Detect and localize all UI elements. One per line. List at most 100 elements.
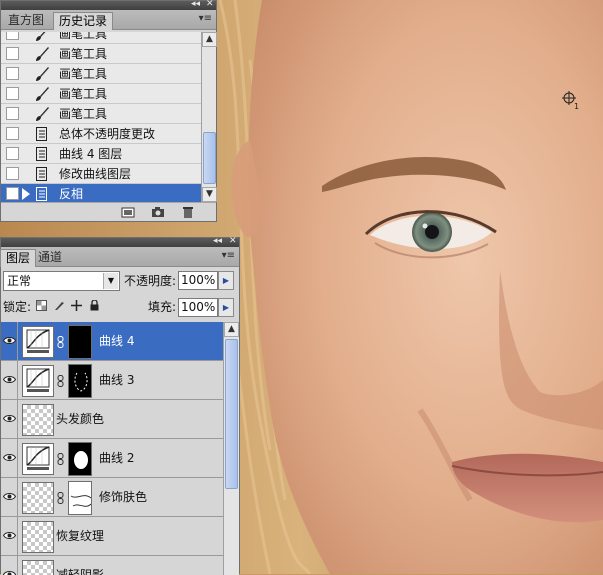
eye-icon[interactable] [3, 414, 16, 423]
panel-menu-icon[interactable]: ▾≡ [199, 13, 212, 24]
fill-input[interactable]: 100% [178, 298, 218, 317]
collapse-icon[interactable]: ◂◂ [191, 0, 200, 10]
layer-name: 曲线 4 [99, 332, 134, 350]
history-item[interactable]: 画笔工具 [1, 32, 201, 44]
history-source-checkbox[interactable] [6, 87, 19, 100]
history-source-checkbox[interactable] [6, 167, 19, 180]
lock-position-icon[interactable] [71, 300, 82, 311]
link-icon[interactable] [56, 336, 65, 348]
collapse-icon[interactable]: ◂◂ [213, 236, 222, 247]
history-source-checkbox[interactable] [6, 147, 19, 160]
lock-pixels-icon[interactable] [54, 300, 65, 311]
history-list: 画笔工具画笔工具画笔工具画笔工具画笔工具总体不透明度更改曲线 4 图层修改曲线图… [1, 32, 201, 202]
layer-mask-thumbnail[interactable] [68, 481, 92, 515]
layer-thumbnail [22, 482, 54, 514]
layers-scrollbar[interactable]: ▲ [223, 322, 239, 575]
tab-histogram[interactable]: 直方图 [3, 12, 49, 30]
eye-icon[interactable] [3, 531, 16, 540]
scroll-down-button[interactable]: ▼ [202, 187, 217, 202]
history-source-checkbox[interactable] [6, 187, 19, 200]
visibility-toggle[interactable] [1, 361, 18, 399]
lock-transparency-icon[interactable] [36, 300, 47, 311]
link-icon[interactable] [56, 453, 65, 465]
layer-row[interactable]: 减轻阴影 [1, 556, 223, 575]
visibility-toggle[interactable] [1, 439, 18, 477]
visibility-toggle[interactable] [1, 517, 18, 555]
scroll-thumb[interactable] [203, 132, 216, 184]
history-item-label: 总体不透明度更改 [59, 124, 155, 144]
curves-graph-icon [23, 444, 53, 474]
history-footer [1, 202, 216, 221]
fill-slider-button[interactable]: ▶ [218, 298, 234, 317]
close-panel-icon[interactable]: ✕ [206, 0, 214, 10]
history-state-marker-icon [22, 188, 30, 200]
visibility-toggle[interactable] [1, 322, 18, 360]
visibility-toggle[interactable] [1, 556, 18, 575]
eye-icon[interactable] [3, 570, 16, 575]
visibility-toggle[interactable] [1, 400, 18, 438]
layer-row[interactable]: 曲线 2 [1, 439, 223, 478]
eye-icon[interactable] [3, 453, 16, 462]
lock-all-icon[interactable] [89, 300, 100, 311]
scroll-thumb[interactable] [225, 339, 238, 489]
curves-graph-icon [23, 327, 53, 357]
history-tabs: 直方图 历史记录 ▾≡ [1, 10, 216, 30]
blend-mode-select[interactable]: 正常 ▼ [3, 271, 120, 291]
history-item[interactable]: 画笔工具 [1, 84, 201, 104]
opacity-slider-button[interactable]: ▶ [218, 271, 234, 290]
history-source-checkbox[interactable] [6, 107, 19, 120]
layer-row[interactable]: 修饰肤色 [1, 478, 223, 517]
history-item[interactable]: 修改曲线图层 [1, 164, 201, 184]
panel-menu-icon[interactable]: ▾≡ [222, 250, 235, 261]
layer-row[interactable]: 头发颜色 [1, 400, 223, 439]
layer-mask-thumbnail[interactable] [68, 325, 92, 359]
layer-name: 恢复纹理 [56, 527, 104, 545]
curves-adjustment-icon [22, 365, 54, 397]
visibility-toggle[interactable] [1, 478, 18, 516]
layer-thumbnail [22, 404, 54, 436]
history-item[interactable]: 曲线 4 图层 [1, 144, 201, 164]
layer-name: 头发颜色 [56, 410, 104, 428]
history-scrollbar[interactable]: ▲ ▼ [201, 32, 216, 202]
brush-icon [34, 32, 50, 42]
history-item-label: 反相 [59, 184, 83, 202]
layer-row[interactable]: 曲线 3 [1, 361, 223, 400]
layer-row[interactable]: 曲线 4 [1, 322, 223, 361]
history-step-icon [34, 166, 50, 182]
brush-icon [34, 86, 50, 102]
history-source-checkbox[interactable] [6, 127, 19, 140]
link-icon[interactable] [56, 375, 65, 387]
close-panel-icon[interactable]: ✕ [229, 236, 237, 247]
new-snapshot-icon[interactable] [151, 207, 165, 218]
eye-icon[interactable] [3, 336, 16, 345]
tab-layers[interactable]: 图层 [0, 249, 36, 267]
tab-history[interactable]: 历史记录 [53, 12, 113, 30]
new-document-from-state-icon[interactable] [121, 207, 135, 218]
scroll-up-button[interactable]: ▲ [202, 32, 217, 47]
history-item[interactable]: 画笔工具 [1, 64, 201, 84]
trash-icon[interactable] [181, 207, 195, 218]
eye-icon[interactable] [3, 375, 16, 384]
history-item-label: 画笔工具 [59, 64, 107, 84]
opacity-input[interactable]: 100% [178, 271, 218, 290]
history-item[interactable]: 总体不透明度更改 [1, 124, 201, 144]
layer-row[interactable]: 恢复纹理 [1, 517, 223, 556]
curves-adjustment-icon [22, 443, 54, 475]
blend-mode-value: 正常 [7, 274, 31, 288]
layer-name: 曲线 3 [99, 371, 134, 389]
history-item[interactable]: 画笔工具 [1, 104, 201, 124]
history-source-checkbox[interactable] [6, 47, 19, 60]
history-step-icon [34, 126, 50, 142]
layer-mask-thumbnail[interactable] [68, 442, 92, 476]
brush-icon [34, 106, 50, 122]
history-item[interactable]: 画笔工具 [1, 44, 201, 64]
tab-channels[interactable]: 通道 [33, 249, 67, 267]
eye-icon[interactable] [3, 492, 16, 501]
history-item-label: 曲线 4 图层 [59, 144, 122, 164]
history-item[interactable]: 反相 [1, 184, 201, 202]
history-source-checkbox[interactable] [6, 67, 19, 80]
history-source-checkbox[interactable] [6, 32, 19, 40]
layer-mask-thumbnail[interactable] [68, 364, 92, 398]
link-icon[interactable] [56, 492, 65, 504]
scroll-up-button[interactable]: ▲ [224, 322, 239, 337]
